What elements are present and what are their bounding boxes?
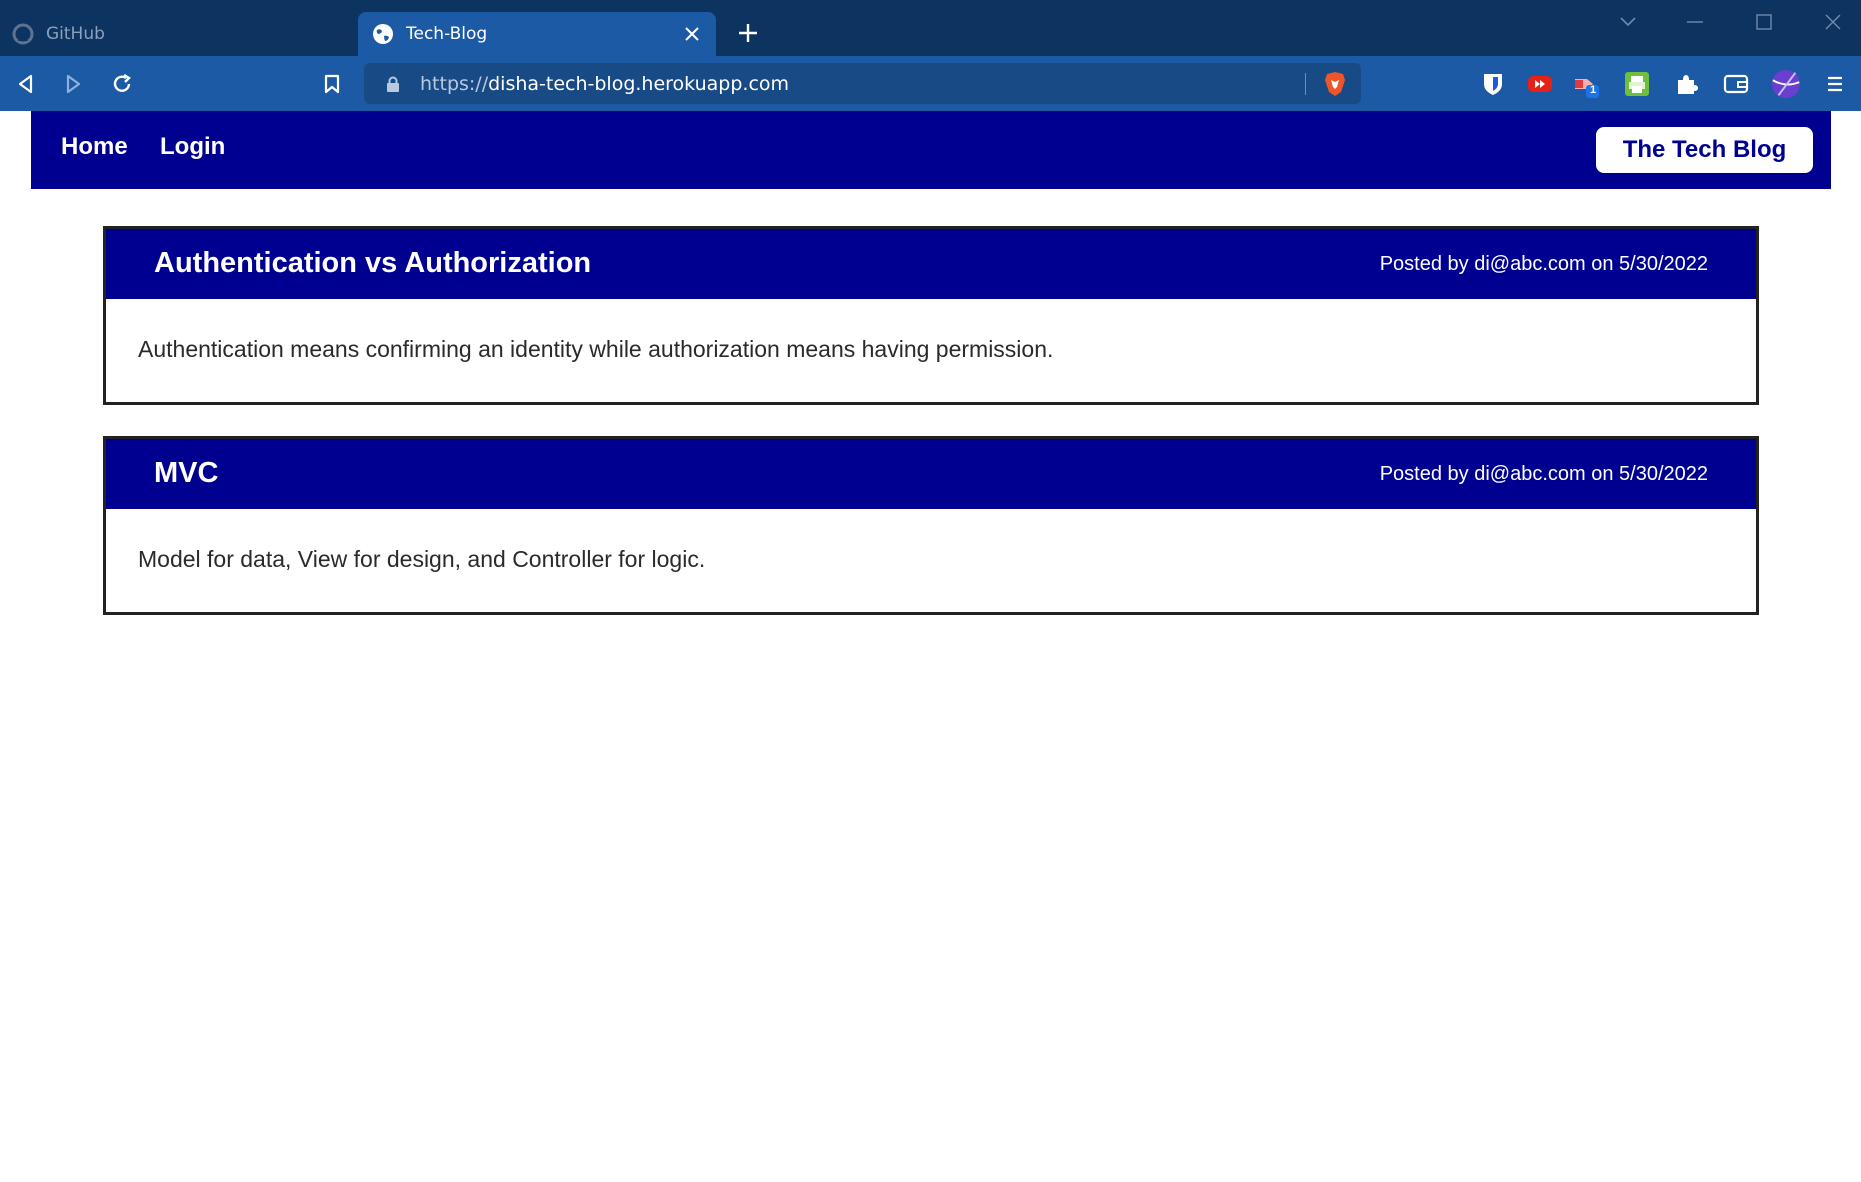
reload-icon [113,73,131,92]
print-extension-icon[interactable] [1622,69,1652,99]
forward-button[interactable] [57,68,89,100]
post-header: Authentication vs Authorization Posted b… [106,229,1756,299]
minimize-button[interactable] [1677,8,1713,36]
post-card[interactable]: Authentication vs Authorization Posted b… [103,226,1759,405]
extension-badge-count: 1 [1590,84,1597,96]
nav-login-link[interactable]: Login [160,133,225,161]
github-icon [12,23,34,45]
tab-search-chevron-icon[interactable] [1610,8,1646,36]
bookmark-button[interactable] [316,68,348,100]
puzzle-extensions-icon[interactable] [1671,69,1701,99]
profile-avatar[interactable] [1771,69,1801,99]
url-text: https://disha-tech-blog.herokuapp.com [420,72,790,95]
address-bar[interactable]: https://disha-tech-blog.herokuapp.com [364,63,1361,104]
post-meta: Posted by di@abc.com on 5/30/2022 [1379,253,1708,275]
plus-icon [739,24,757,42]
post-title[interactable]: MVC [154,457,218,490]
post-card[interactable]: MVC Posted by di@abc.com on 5/30/2022 Mo… [103,436,1759,615]
post-body: Authentication means confirming an ident… [138,336,1054,362]
nav-home-link[interactable]: Home [61,133,128,161]
reload-button[interactable] [106,68,138,100]
youtube-extension-icon[interactable] [1525,69,1555,99]
tab-label: Tech-Blog [406,24,488,44]
url-divider [1305,73,1306,95]
post-body: Model for data, View for design, and Con… [138,546,706,572]
tab-github[interactable]: GitHub [0,12,356,56]
globe-icon [372,23,394,45]
post-meta: Posted by di@abc.com on 5/30/2022 [1379,463,1708,485]
window-close-button[interactable] [1815,8,1851,36]
back-button[interactable] [10,68,42,100]
browser-toolbar: https://disha-tech-blog.herokuapp.com 1 [0,56,1861,111]
badge-extension-icon[interactable]: 1 [1572,69,1602,99]
tab-label: GitHub [46,24,105,44]
post-header: MVC Posted by di@abc.com on 5/30/2022 [106,439,1756,509]
tab-tech-blog[interactable]: Tech-Blog [358,12,716,56]
brave-shields-icon[interactable] [1323,71,1347,97]
post-title[interactable]: Authentication vs Authorization [154,247,591,280]
bookmark-icon [324,74,340,94]
close-icon[interactable] [680,22,704,46]
browser-tabstrip: GitHub Tech-Blog [0,0,1861,56]
site-navbar: Home Login The Tech Blog [31,111,1831,189]
new-tab-button[interactable] [733,18,763,48]
bitwarden-extension-icon[interactable] [1478,69,1508,99]
back-arrow-icon [18,74,33,94]
maximize-button[interactable] [1746,8,1782,36]
lock-icon[interactable] [384,75,402,93]
forward-arrow-icon [66,74,81,94]
site-brand[interactable]: The Tech Blog [1596,127,1813,173]
wallet-icon[interactable] [1721,69,1751,99]
menu-icon[interactable] [1820,69,1850,99]
